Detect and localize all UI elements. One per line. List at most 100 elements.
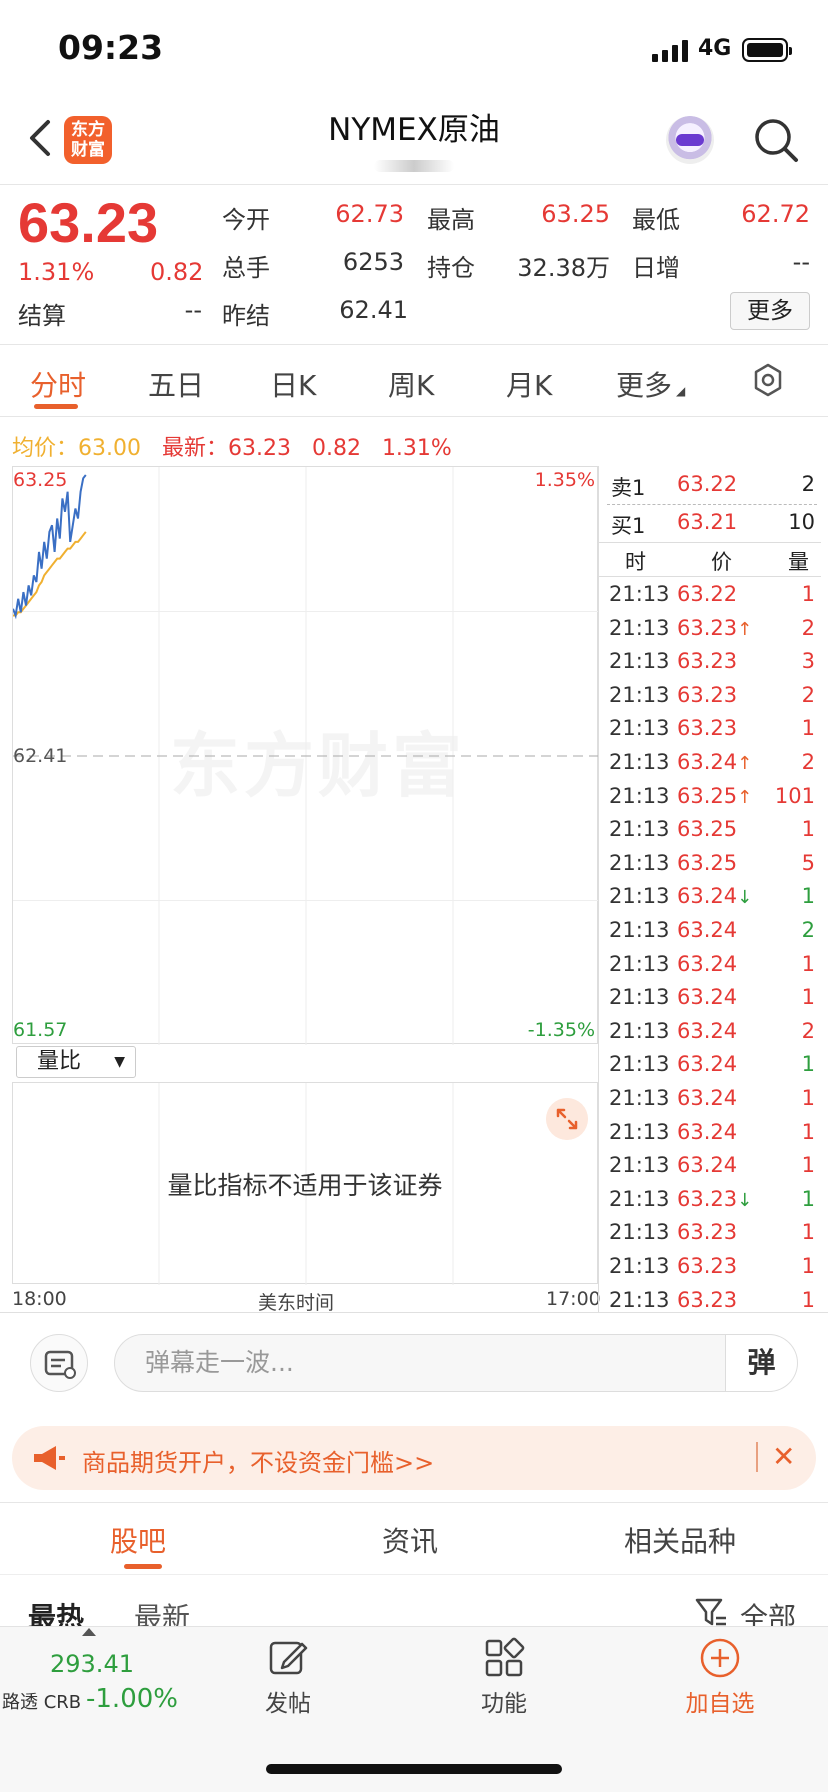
megaphone-icon — [34, 1446, 65, 1470]
trade-price: 63.22 — [677, 582, 738, 606]
indicator-select-label: 量比 — [37, 1049, 82, 1074]
latest-value: 63.23 — [228, 436, 291, 461]
tab-related[interactable]: 相关品种 — [624, 1520, 736, 1560]
search-icon[interactable] — [752, 116, 800, 164]
trade-time: 21:13 — [609, 1254, 670, 1278]
quote-value: 32.38万 — [517, 254, 610, 282]
tab-0[interactable]: 分时 — [30, 364, 86, 404]
pct-top-label: 1.35% — [534, 469, 595, 491]
trade-qty: 1 — [801, 1254, 815, 1278]
promo-banner[interactable]: 商品期货开户，不设资金门槛>> ✕ — [12, 1426, 816, 1490]
trade-price: 63.23 — [677, 1287, 738, 1312]
tab-label: 周K — [388, 369, 435, 402]
tab-label: 分时 — [30, 369, 87, 402]
dropdown-caret-icon: ▼ — [114, 1054, 125, 1070]
nav-functions-label: 功能 — [481, 1691, 527, 1717]
tab-1[interactable]: 五日 — [148, 364, 204, 404]
trade-time: 21:13 — [609, 1018, 670, 1043]
tab-5[interactable]: 更多 ◢ — [616, 364, 685, 404]
quote-label: 昨结 — [222, 302, 270, 330]
expand-icon[interactable] — [546, 1098, 588, 1140]
change-percent: 1.31% — [18, 258, 95, 286]
more-quote-button[interactable]: 更多 — [730, 292, 810, 330]
trade-qty: 1 — [801, 1287, 815, 1312]
nav-add-watchlist[interactable]: 加自选 — [660, 1636, 780, 1718]
crb-change[interactable]: -1.00% — [86, 1684, 178, 1714]
quote-label: 今开 — [222, 206, 270, 234]
trade-time: 21:13 — [609, 1287, 670, 1312]
tab-label: 更多 — [616, 369, 673, 402]
time-axis-start: 18:00 — [12, 1288, 67, 1310]
edit-icon — [269, 1641, 308, 1675]
danmu-settings-icon[interactable] — [30, 1334, 88, 1392]
trade-time: 21:13 — [609, 985, 670, 1010]
tab-2[interactable]: 日K — [270, 364, 316, 404]
tab-label: 日K — [270, 369, 317, 402]
avg-label: 均价： — [12, 436, 79, 461]
nav-functions[interactable]: 功能 — [444, 1636, 564, 1718]
tabs-divider — [0, 416, 828, 417]
trade-price: 63.23 — [677, 1254, 738, 1278]
indicator-select[interactable]: 量比 ▼ — [16, 1046, 136, 1078]
danmu-divider — [0, 1312, 828, 1313]
book-divider — [607, 504, 817, 505]
danmu-input[interactable]: 弹幕走一波... — [114, 1334, 726, 1392]
tab-4[interactable]: 月K — [506, 364, 552, 404]
trade-price: 63.24 — [677, 918, 738, 942]
intraday-chart[interactable]: 63.25 62.41 61.57 1.35% -1.35% — [12, 466, 599, 1045]
trade-price: 63.24 — [677, 1153, 738, 1178]
series-avg-line — [13, 531, 87, 617]
buy-1-price: 63.21 — [677, 510, 738, 534]
quote-label: 最高 — [427, 206, 475, 234]
trade-price: 63.24 — [677, 1086, 738, 1110]
trade-qty: 1 — [801, 1186, 815, 1211]
trade-price: 63.25 — [677, 817, 738, 842]
quote-label: 最低 — [632, 206, 680, 234]
crb-value[interactable]: 293.41 — [50, 1650, 134, 1678]
latest-percent: 1.31% — [381, 436, 452, 461]
trade-time: 21:13 — [609, 615, 670, 640]
trade-arrow: ↑ — [737, 786, 753, 808]
danmu-toggle-button[interactable]: 弹 — [726, 1334, 798, 1392]
promo-text[interactable]: 商品期货开户，不设资金门槛>> — [82, 1443, 434, 1478]
trade-time: 21:13 — [609, 1153, 670, 1178]
tab-news[interactable]: 资讯 — [382, 1520, 438, 1560]
trade-price: 63.24 — [677, 1018, 738, 1043]
trade-price: 63.23 — [677, 682, 738, 707]
promo-separator — [756, 1442, 758, 1472]
trade-qty: 5 — [801, 850, 815, 875]
trade-qty: 2 — [801, 1018, 815, 1043]
network-type: 4G — [698, 36, 732, 61]
trade-arrow: ↓ — [737, 1189, 753, 1211]
trade-price: 63.24 — [677, 1052, 738, 1077]
trade-time: 21:13 — [609, 850, 670, 875]
pct-bottom-label: -1.35% — [527, 1019, 595, 1041]
crb-name[interactable]: 路透 CRB — [2, 1688, 81, 1714]
header-time: 时 — [625, 550, 646, 574]
quote-value: 62.73 — [335, 200, 404, 228]
trade-price: 63.24 — [677, 951, 738, 976]
quote-label: 持仓 — [427, 254, 475, 282]
filter-icon[interactable] — [694, 1596, 728, 1630]
trade-time: 21:13 — [609, 1186, 670, 1211]
trade-time: 21:13 — [609, 1119, 670, 1144]
gear-icon[interactable] — [750, 362, 786, 398]
quote-divider — [0, 344, 828, 345]
signal-icon — [652, 38, 692, 62]
tab-3[interactable]: 周K — [388, 364, 434, 404]
nav-post[interactable]: 发帖 — [228, 1636, 348, 1718]
time-axis-end: 17:00 — [546, 1288, 601, 1310]
trade-time: 21:13 — [609, 817, 670, 842]
avg-latest-line: 均价：63.00 最新：63.23 0.82 1.31% — [12, 430, 452, 462]
trade-qty: 2 — [801, 615, 815, 640]
bottom-tab-underline — [124, 1564, 162, 1569]
trade-price: 63.24↑ — [677, 750, 753, 774]
trade-time: 21:13 — [609, 716, 670, 741]
close-icon[interactable]: ✕ — [772, 1440, 795, 1473]
assistant-robot-icon[interactable] — [666, 116, 714, 164]
sell-1-label: 卖1 — [611, 476, 646, 500]
tab-guba[interactable]: 股吧 — [110, 1520, 166, 1560]
avg-value: 63.00 — [78, 436, 141, 461]
trade-time: 21:13 — [609, 1220, 670, 1245]
trade-time: 21:13 — [609, 750, 670, 774]
